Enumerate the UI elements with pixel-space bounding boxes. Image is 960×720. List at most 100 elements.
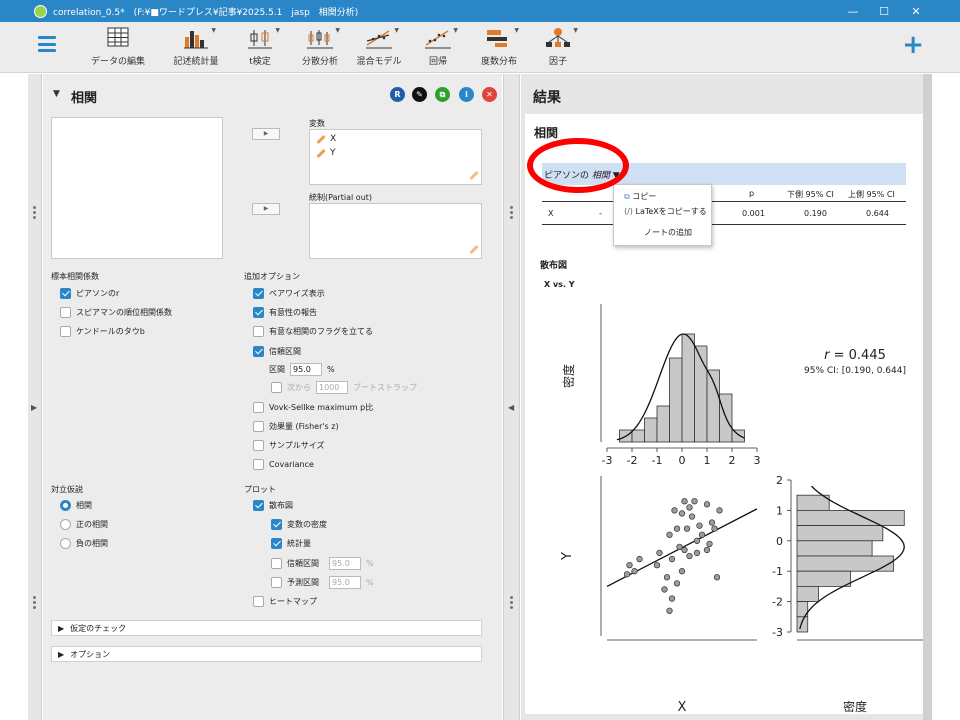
- drag-handle[interactable]: [510, 204, 514, 221]
- close-analysis-icon[interactable]: ✕: [482, 87, 497, 102]
- window-title: correlation_0.5* (F:¥■ワードプレス¥記事¥2025.5.1…: [53, 7, 359, 18]
- scatter-point: [686, 504, 693, 511]
- drag-handle[interactable]: [33, 594, 37, 611]
- tool-factor[interactable]: ▼ 因子: [542, 22, 578, 73]
- plot-pi-input[interactable]: 95.0: [329, 576, 361, 589]
- y-histogram-bar: [796, 494, 830, 511]
- drag-handle[interactable]: [510, 594, 514, 611]
- covariance-checkbox[interactable]: Covariance: [253, 459, 314, 470]
- edit-icon[interactable]: ✎: [412, 87, 427, 102]
- spreadsheet-icon: [104, 27, 132, 51]
- assumption-checks-section[interactable]: ▶ 仮定のチェック: [51, 620, 482, 636]
- anova-icon: ▼: [306, 27, 340, 51]
- maximize-button[interactable]: ☐: [867, 0, 901, 22]
- x-tick-label: -1: [652, 454, 663, 467]
- density-axis-label: 密度: [561, 364, 576, 388]
- hypothesis-negative-radio[interactable]: 負の相関: [60, 538, 108, 549]
- report-significance-checkbox[interactable]: 有意性の報告: [253, 307, 317, 318]
- confidence-interval-checkbox[interactable]: 信頼区間: [253, 346, 301, 357]
- densities-checkbox[interactable]: 変数の密度: [271, 519, 327, 530]
- drag-handle[interactable]: [33, 204, 37, 221]
- density-axis-label-bottom: 密度: [843, 699, 867, 714]
- x-histogram-bar: [731, 429, 745, 443]
- sample-size-checkbox[interactable]: サンプルサイズ: [253, 440, 325, 451]
- expand-triangle-icon: ▶: [58, 623, 65, 633]
- scatter-point: [703, 546, 711, 554]
- collapse-arrow-icon[interactable]: ◀: [508, 403, 514, 412]
- vovk-sellke-checkbox[interactable]: Vovk-Sellke maximum p比: [253, 402, 373, 413]
- move-to-variables-button[interactable]: ▶: [252, 128, 280, 140]
- variable-item[interactable]: X: [316, 134, 336, 144]
- scatter-point: [681, 498, 688, 505]
- scatter-point: [716, 507, 723, 514]
- add-module-button[interactable]: +: [902, 32, 924, 58]
- close-window-button[interactable]: ✕: [899, 0, 933, 22]
- expand-arrow-icon[interactable]: ▶: [31, 403, 37, 412]
- coefficients-label: 標本相関係数: [51, 272, 99, 281]
- tool-mixed-models[interactable]: ▼ 混合モデル: [354, 22, 404, 73]
- analysis-options-panel: ▼ 相関 R ✎ ⧉ i ✕ ▶ ▶ 変数 X Y 統制(Partial out…: [43, 74, 502, 720]
- hypothesis-positive-radio[interactable]: 正の相関: [60, 519, 108, 530]
- tool-t-test[interactable]: ▼ t検定: [240, 22, 280, 73]
- y-tick-label: -3: [772, 626, 783, 639]
- info-icon[interactable]: i: [459, 87, 474, 102]
- scatter-plot-figure: -3 -2 -1 0 1 2 3 2 1 0 -1 -2 -3 密度 X Y 密度 r = 0.445 95% …: [560, 304, 923, 714]
- interval-input[interactable]: 95.0: [290, 363, 322, 376]
- r-syntax-icon[interactable]: R: [390, 87, 405, 102]
- menu-icon[interactable]: [38, 36, 56, 52]
- scatter-point: [673, 525, 681, 532]
- spearman-checkbox[interactable]: スピアマンの順位相関係数: [60, 307, 172, 318]
- data-panel-collapsed[interactable]: ▶: [28, 74, 42, 720]
- tool-anova[interactable]: ▼ 分散分析: [294, 22, 346, 73]
- flag-significant-checkbox[interactable]: 有意な相関のフラグを立てる: [253, 326, 373, 337]
- partial-out-box[interactable]: [309, 203, 482, 259]
- available-variables-list[interactable]: [51, 117, 223, 259]
- results-scrollbar[interactable]: [923, 74, 932, 720]
- minimize-button[interactable]: —: [836, 0, 870, 22]
- pairwise-checkbox[interactable]: ペアワイズ表示: [253, 288, 325, 299]
- y-histogram-bar: [796, 509, 905, 526]
- duplicate-icon[interactable]: ⧉: [435, 87, 450, 102]
- analysis-title[interactable]: 相関: [71, 87, 97, 106]
- additional-options-label: 追加オプション: [244, 272, 300, 281]
- effect-size-checkbox[interactable]: 効果量 (Fisher's z): [253, 421, 339, 432]
- plot-ci-checkbox[interactable]: 信頼区間 95.0 %: [271, 557, 374, 570]
- y-tick-label: 1: [776, 504, 783, 517]
- x-tick-label: 0: [679, 454, 686, 467]
- move-to-partial-button[interactable]: ▶: [252, 203, 280, 215]
- variable-item[interactable]: Y: [316, 148, 336, 158]
- scatter-point: [668, 595, 676, 602]
- plot-ci-input[interactable]: 95.0: [329, 557, 361, 570]
- r-statistic: r = 0.445: [824, 348, 886, 363]
- scatter-point: [636, 555, 643, 563]
- y-histogram-bar: [796, 540, 873, 557]
- heatmap-checkbox[interactable]: ヒートマップ: [253, 596, 317, 607]
- scatter-point: [666, 607, 673, 614]
- scatter-point: [673, 580, 681, 587]
- panel-splitter[interactable]: ◀: [503, 74, 520, 720]
- tool-frequencies[interactable]: ▼ 度数分布: [474, 22, 524, 73]
- tool-regression[interactable]: ▼ 回帰: [418, 22, 458, 73]
- options-section[interactable]: ▶ オプション: [51, 646, 482, 662]
- scatter-point: [678, 568, 686, 575]
- scatter-point: [681, 546, 688, 554]
- bootstrap-checkbox[interactable]: 次から 1000 ブートストラップ: [271, 381, 417, 394]
- results-panel: 結果 相関 ピアソンの 相関 ▼ r p 下側 95% CI 上側 95% CI…: [521, 74, 923, 720]
- statistics-checkbox[interactable]: 統計量: [271, 538, 311, 549]
- pearson-checkbox[interactable]: ピアソンのr: [60, 288, 119, 299]
- tool-data-edit[interactable]: データの編集: [90, 22, 146, 73]
- bootstrap-input[interactable]: 1000: [316, 381, 348, 394]
- y-tick-label: -2: [772, 596, 783, 609]
- variables-box[interactable]: X Y: [309, 129, 482, 185]
- plot-pi-checkbox[interactable]: 予測区間 95.0 %: [271, 576, 374, 589]
- scatter-point: [653, 561, 661, 569]
- scatter-point: [696, 522, 703, 529]
- tool-label: 混合モデル: [356, 57, 402, 67]
- kendall-checkbox[interactable]: ケンドールのタウb: [60, 326, 145, 337]
- x-tick-label: 2: [729, 454, 736, 467]
- hypothesis-correlated-radio[interactable]: 相関: [60, 500, 92, 511]
- scatter-point: [663, 574, 671, 581]
- collapse-triangle-icon[interactable]: ▼: [53, 89, 60, 99]
- scatter-plot-checkbox[interactable]: 散布図: [253, 500, 293, 511]
- tool-descriptives[interactable]: ▼ 記述統計量: [168, 22, 224, 73]
